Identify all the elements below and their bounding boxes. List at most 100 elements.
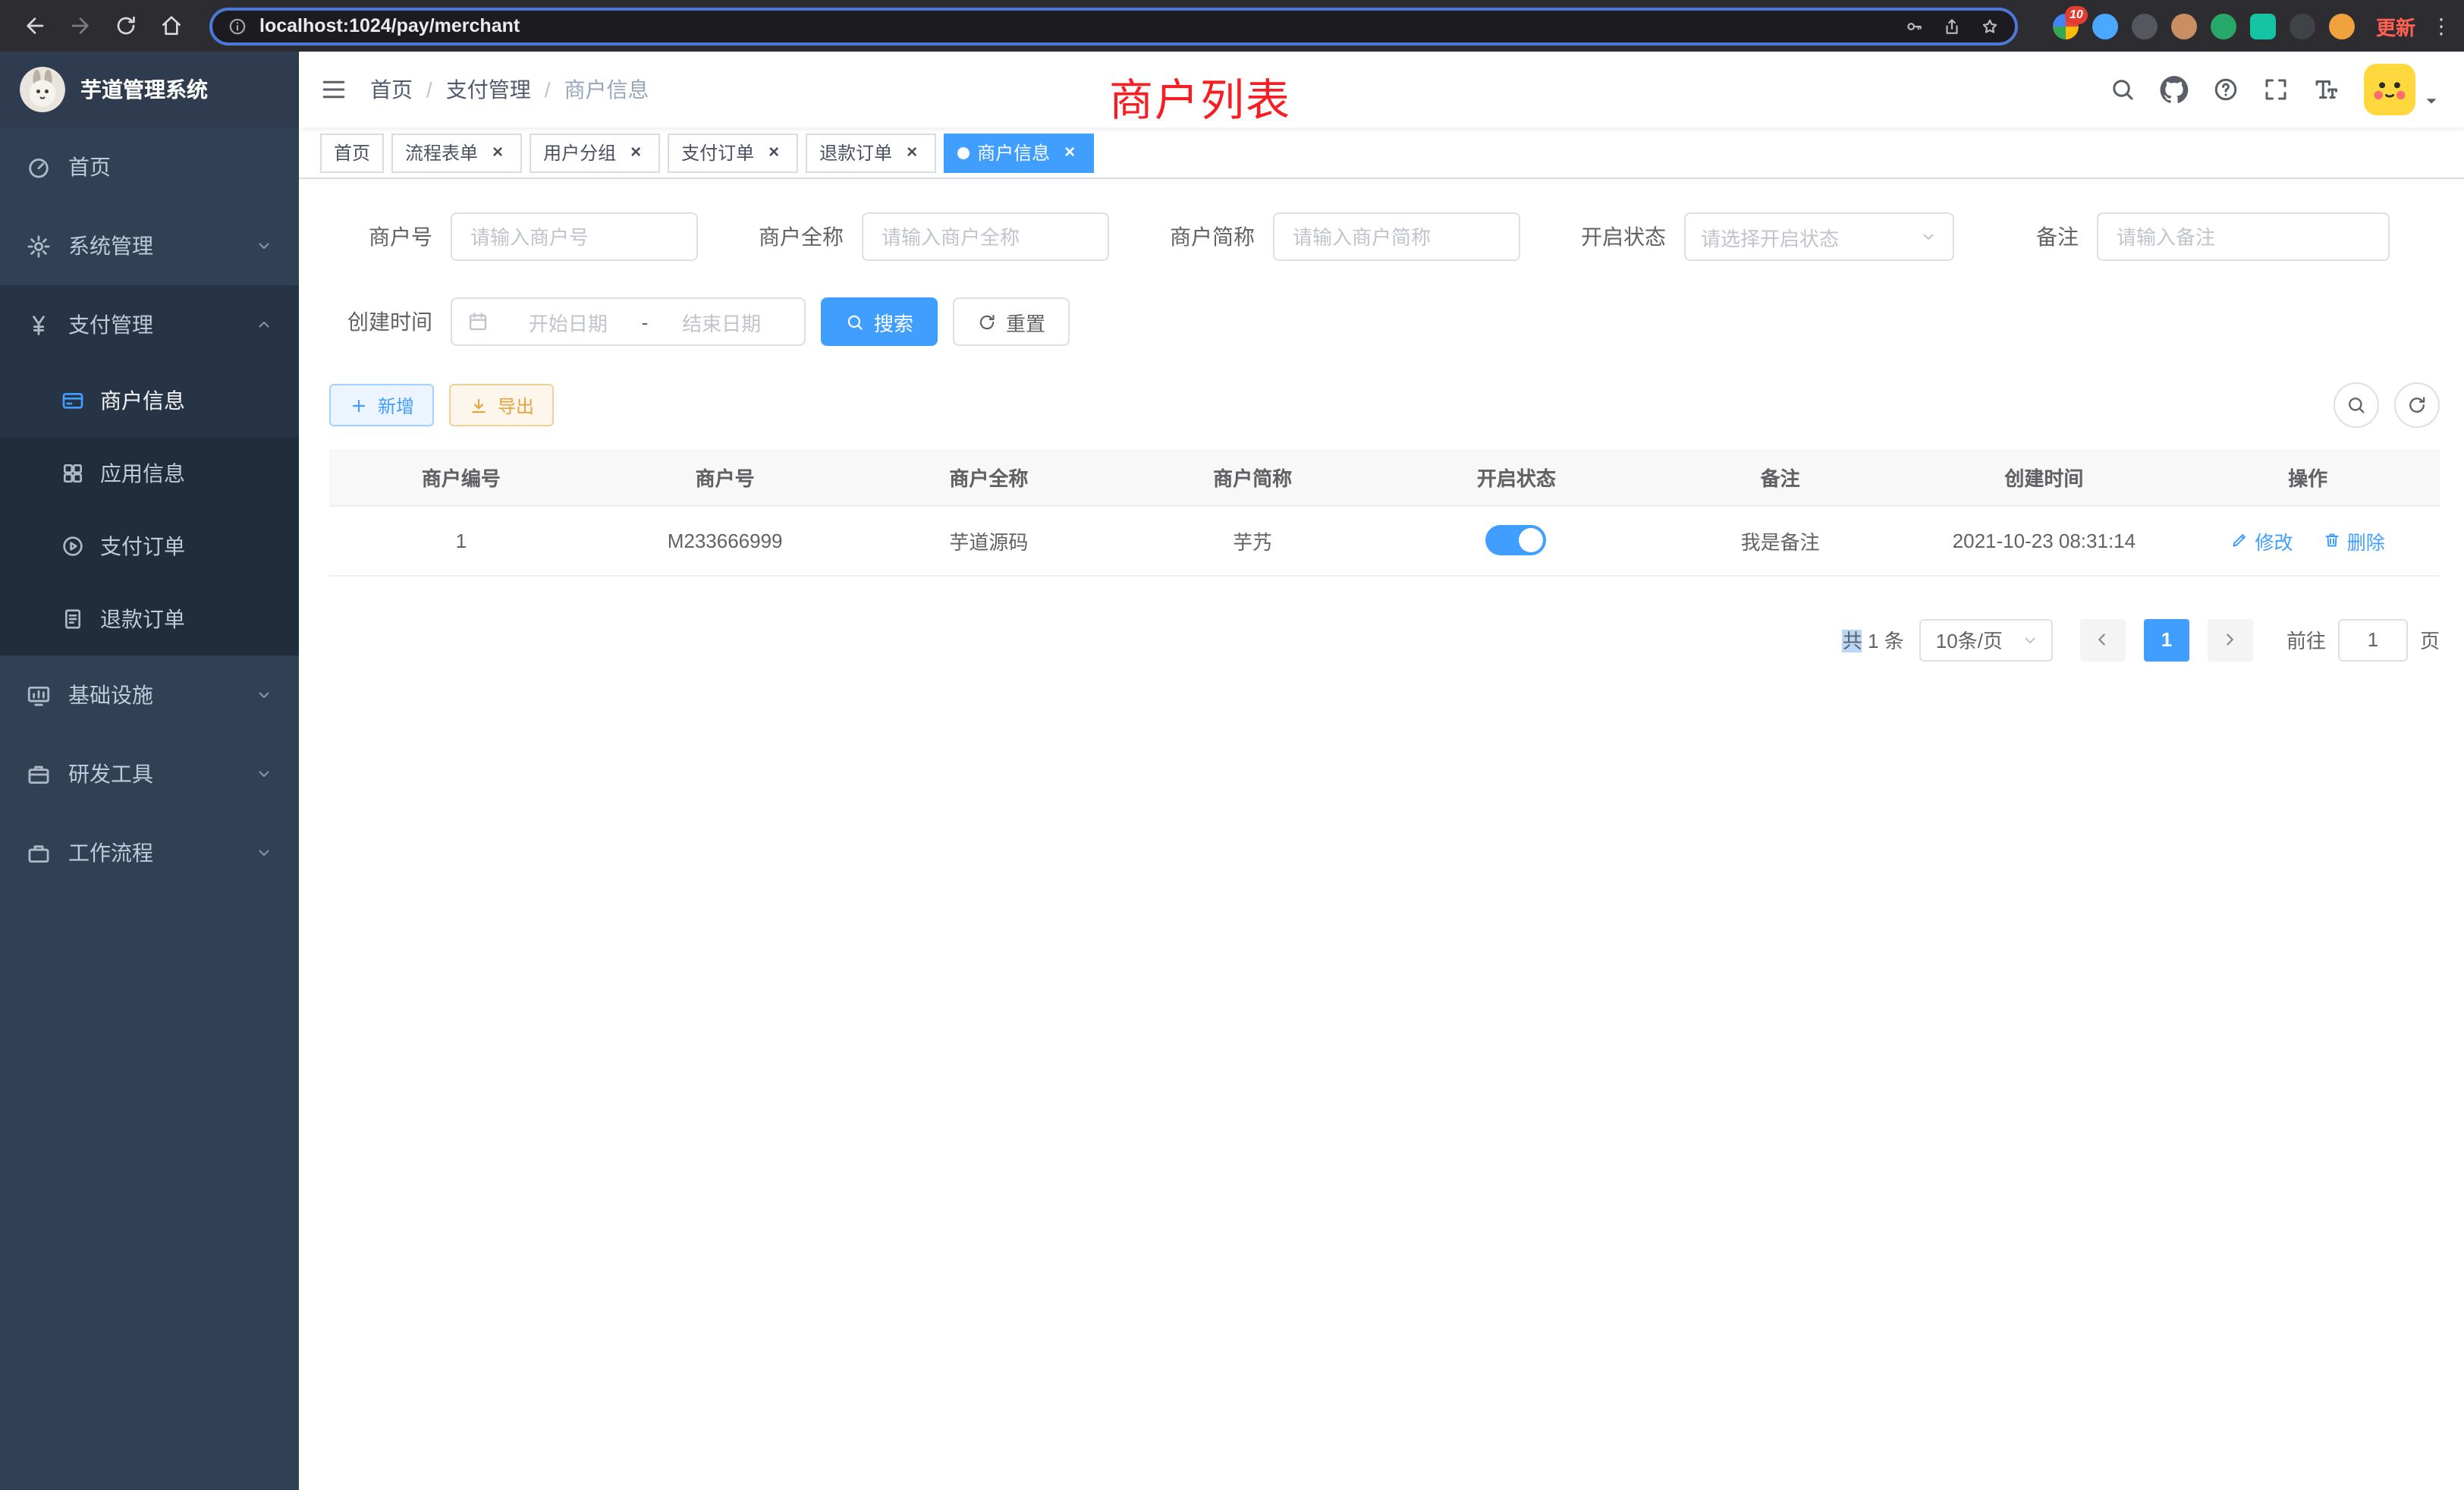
browser-home-button[interactable]	[152, 6, 191, 46]
sidebar-item-system[interactable]: 系统管理	[0, 206, 299, 285]
remark-input[interactable]	[2097, 212, 2390, 261]
hamburger-icon[interactable]	[320, 76, 347, 103]
browser-back-button[interactable]	[15, 6, 55, 46]
download-icon	[469, 395, 489, 415]
briefcase-icon	[26, 761, 52, 787]
sidebar-item-infrastructure[interactable]: 基础设施	[0, 655, 299, 734]
sidebar-item-app-info[interactable]: 应用信息	[0, 437, 299, 510]
remark-label: 备注	[1997, 222, 2079, 252]
password-key-icon[interactable]	[1904, 16, 1924, 36]
reset-button[interactable]: 重置	[953, 297, 1070, 346]
close-icon[interactable]	[487, 142, 508, 163]
sidebar-item-devtools[interactable]: 研发工具	[0, 734, 299, 813]
refresh-table-button[interactable]	[2394, 382, 2440, 428]
short-name-input[interactable]	[1273, 212, 1520, 261]
export-button[interactable]: 导出	[449, 384, 554, 426]
bookmark-star-icon[interactable]	[1980, 16, 2000, 36]
annotation-text: 商户列表	[1109, 65, 1291, 129]
tab-user-group[interactable]: 用户分组	[530, 133, 660, 172]
prev-page-button[interactable]	[2080, 618, 2126, 661]
user-avatar[interactable]	[2364, 64, 2415, 115]
pagination: 共 1 条 10条/页 1 前往 页	[329, 618, 2440, 661]
extension-green-square-icon[interactable]	[2250, 13, 2276, 39]
sidebar-item-workflow[interactable]: 工作流程	[0, 813, 299, 892]
font-size-icon[interactable]	[2312, 76, 2340, 103]
extension-avatar-icon[interactable]	[2171, 13, 2197, 39]
breadcrumb-payment[interactable]: 支付管理	[446, 74, 531, 105]
fullscreen-icon[interactable]	[2262, 76, 2290, 103]
extension-orange-avatar-icon[interactable]	[2329, 13, 2355, 39]
page-size-select[interactable]: 10条/页	[1919, 618, 2053, 661]
grid-icon	[61, 461, 85, 486]
plus-icon	[349, 395, 369, 415]
date-start-placeholder: 开始日期	[501, 307, 636, 336]
github-icon[interactable]	[2159, 74, 2189, 105]
extension-pinwheel-icon[interactable]: 10	[2053, 13, 2079, 39]
reload-icon	[114, 14, 138, 38]
search-icon[interactable]	[2109, 76, 2136, 103]
breadcrumb-home[interactable]: 首页	[370, 74, 413, 105]
extension-drop-icon[interactable]	[2092, 13, 2118, 39]
browser-reload-button[interactable]	[106, 6, 146, 46]
filter-form: 商户号 商户全称 商户简称 开启状态	[329, 212, 2440, 346]
cell-actions: 修改 删除	[2176, 505, 2440, 575]
status-toggle[interactable]	[1486, 525, 1547, 555]
tab-pay-order[interactable]: 支付订单	[668, 133, 798, 172]
close-icon[interactable]	[763, 142, 784, 163]
tab-merchant-info[interactable]: 商户信息	[944, 133, 1094, 172]
address-bar[interactable]: localhost:1024/pay/merchant	[209, 7, 2018, 45]
cell-merchant-no: M233666999	[593, 505, 857, 575]
sidebar-item-merchant-info[interactable]: 商户信息	[0, 364, 299, 437]
active-dot	[957, 146, 970, 159]
tab-refund-order[interactable]: 退款订单	[806, 133, 936, 172]
share-icon[interactable]	[1942, 16, 1962, 36]
chevron-up-icon	[255, 316, 273, 334]
help-icon[interactable]	[2212, 76, 2239, 103]
next-page-button[interactable]	[2208, 618, 2253, 661]
caret-down-icon[interactable]	[2423, 92, 2440, 108]
yen-icon	[26, 312, 52, 338]
delete-button[interactable]: 删除	[2323, 526, 2385, 555]
extension-puzzle-icon[interactable]	[2290, 13, 2315, 39]
col-full-name: 商户全称	[857, 449, 1121, 505]
extension-green-circle-icon[interactable]	[2211, 13, 2236, 39]
sidebar-item-payment[interactable]: 支付管理	[0, 285, 299, 364]
col-short-name: 商户简称	[1120, 449, 1384, 505]
trash-icon	[2323, 531, 2341, 549]
merchant-no-input[interactable]	[451, 212, 698, 261]
sidebar-item-refund-order[interactable]: 退款订单	[0, 583, 299, 655]
full-name-input[interactable]	[862, 212, 1109, 261]
sidebar-item-pay-order[interactable]: 支付订单	[0, 510, 299, 583]
toggle-search-button[interactable]	[2334, 382, 2379, 428]
search-button[interactable]: 搜索	[821, 297, 938, 346]
full-name-label: 商户全称	[740, 222, 844, 252]
add-button[interactable]: 新增	[329, 384, 434, 426]
close-icon[interactable]	[625, 142, 646, 163]
create-time-range-picker[interactable]: 开始日期 - 结束日期	[451, 297, 806, 346]
document-icon	[61, 607, 85, 631]
table-row: 1 M233666999 芋道源码 芋艿 我是备注 2021-10-23 08:…	[329, 505, 2440, 575]
card-icon	[61, 388, 85, 413]
close-icon[interactable]	[1059, 142, 1080, 163]
monitor-chart-icon	[26, 682, 52, 708]
breadcrumb: 首页 支付管理 商户信息	[370, 74, 649, 105]
app-logo[interactable]: 芋道管理系统	[0, 52, 299, 127]
tab-home[interactable]: 首页	[320, 133, 384, 172]
page-1-button[interactable]: 1	[2144, 618, 2189, 661]
close-icon[interactable]	[901, 142, 922, 163]
extension-dark-circle-icon[interactable]	[2132, 13, 2158, 39]
update-button[interactable]: 更新	[2376, 11, 2415, 40]
site-info-icon[interactable]	[228, 16, 247, 36]
forward-arrow-icon	[68, 14, 93, 38]
status-select[interactable]: 请选择开启状态	[1684, 212, 1954, 261]
browser-forward-button[interactable]	[61, 6, 100, 46]
sidebar-item-home[interactable]: 首页	[0, 127, 299, 206]
edit-button[interactable]: 修改	[2230, 526, 2293, 555]
goto-page-input[interactable]	[2338, 618, 2408, 661]
merchant-table: 商户编号 商户号 商户全称 商户简称 开启状态 备注 创建时间 操作 1	[329, 449, 2440, 576]
browser-menu-icon[interactable]: ⋮	[2431, 13, 2449, 39]
col-remark: 备注	[1648, 449, 1912, 505]
tab-process-form[interactable]: 流程表单	[391, 133, 522, 172]
create-time-label: 创建时间	[329, 306, 432, 337]
cell-status	[1384, 505, 1648, 575]
